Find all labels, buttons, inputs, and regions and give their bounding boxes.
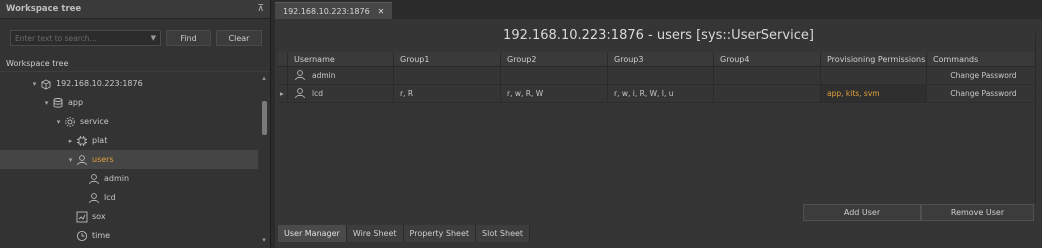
chevron-down-icon[interactable]: ▾ (54, 118, 63, 126)
tree-item-label: service (80, 117, 109, 126)
remove-user-button[interactable]: Remove User (921, 204, 1034, 221)
tree-scrollbar[interactable]: ▴ ▾ (260, 74, 268, 248)
change-password-button[interactable]: Change Password (927, 67, 1034, 84)
permissions-cell[interactable] (821, 67, 927, 84)
row-marker (278, 67, 288, 84)
tree-item-sox[interactable]: sox (0, 207, 258, 226)
tab-wire-sheet[interactable]: Wire Sheet (346, 225, 404, 242)
tree-item-admin[interactable]: admin (0, 169, 258, 188)
user-manager-panel: 192.168.10.223:1876 ✕ 192.168.10.223:187… (275, 0, 1042, 248)
clear-button[interactable]: Clear (216, 30, 262, 46)
column-header[interactable]: Group2 (501, 52, 608, 66)
column-header[interactable]: Group1 (394, 52, 501, 66)
device-icon (39, 78, 53, 90)
divider (1035, 33, 1036, 203)
group2-cell[interactable] (501, 67, 608, 84)
user-icon (75, 154, 89, 166)
panel-title: Workspace tree (6, 4, 82, 14)
table-actions: Add User Remove User (803, 204, 1034, 221)
group2-cell[interactable]: r, w, R, W (501, 85, 608, 102)
page-title: 192.168.10.223:1876 - users [sys::UserSe… (503, 27, 814, 43)
database-icon (51, 97, 65, 109)
tree-item-plat[interactable]: ▸ plat (0, 131, 258, 150)
clock-icon (75, 230, 89, 242)
scroll-up-icon[interactable]: ▴ (260, 74, 268, 84)
group3-cell[interactable]: r, w, i, R, W, I, u (608, 85, 714, 102)
column-header[interactable]: Provisioning Permissions (821, 52, 927, 66)
user-icon (87, 173, 101, 185)
group4-cell[interactable] (714, 85, 821, 102)
tree-item-label: 192.168.10.223:1876 (56, 79, 143, 88)
tab-property-sheet[interactable]: Property Sheet (403, 225, 477, 242)
column-header[interactable]: Group4 (714, 52, 821, 66)
search-row: Enter text to search... ▼ Find Clear (10, 30, 262, 46)
tree-item-time[interactable]: time (0, 226, 258, 245)
group3-cell[interactable] (608, 67, 714, 84)
username-cell: lcd (288, 85, 394, 102)
tree-item-label: admin (104, 174, 130, 183)
scrollbar-thumb[interactable] (262, 101, 267, 135)
view-tabs: User Manager Wire Sheet Property Sheet S… (278, 225, 531, 242)
find-button[interactable]: Find (166, 30, 212, 46)
tree-item-device[interactable]: ▾ 192.168.10.223:1876 (0, 74, 258, 93)
tab-user-manager[interactable]: User Manager (278, 225, 347, 242)
search-input[interactable]: Enter text to search... ▼ (10, 30, 161, 46)
sox-icon (75, 211, 89, 223)
search-placeholder: Enter text to search... (15, 33, 97, 43)
workspace-tree-panel: Workspace tree ⊼ Enter text to search...… (0, 0, 271, 248)
tree-item-service[interactable]: ▾ service (0, 112, 258, 131)
editor-tabbar: 192.168.10.223:1876 ✕ (275, 0, 1042, 19)
workspace-tree-header: Workspace tree ⊼ (0, 0, 270, 19)
user-icon (294, 87, 306, 101)
tree-item-users[interactable]: ▾ users (0, 150, 258, 169)
column-header[interactable]: Username (288, 52, 394, 66)
user-icon (294, 69, 306, 83)
tree-item-label: lcd (104, 193, 116, 202)
chevron-right-icon[interactable]: ▸ (66, 137, 75, 145)
tab-label: 192.168.10.223:1876 (283, 6, 370, 16)
users-table: Username Group1 Group2 Group3 Group4 Pro… (278, 52, 1034, 103)
username-cell: admin (288, 67, 394, 84)
tree-item-label: plat (92, 136, 108, 145)
tab-slot-sheet[interactable]: Slot Sheet (476, 225, 531, 242)
user-icon (87, 192, 101, 204)
username-text: admin (312, 71, 336, 80)
pin-icon[interactable]: ⊼ (257, 4, 264, 14)
chevron-down-icon[interactable]: ▾ (30, 80, 39, 88)
column-header[interactable]: Commands (927, 52, 1034, 66)
workspace-tree: ▾ 192.168.10.223:1876 ▾ app ▾ service ▸ (0, 74, 258, 248)
tree-item-lcd[interactable]: lcd (0, 188, 258, 207)
table-row[interactable]: ▸ lcd r, R r, w, R, W r, w, i, R, W, I, … (278, 85, 1034, 103)
gear-icon (63, 116, 77, 128)
chevron-down-icon[interactable]: ▼ (151, 34, 156, 42)
change-password-button[interactable]: Change Password (927, 85, 1034, 102)
scroll-down-icon[interactable]: ▾ (260, 236, 268, 246)
header-spacer (278, 52, 288, 66)
column-header[interactable]: Group3 (608, 52, 714, 66)
group1-cell[interactable] (394, 67, 501, 84)
group4-cell[interactable] (714, 67, 821, 84)
table-row[interactable]: admin Change Password (278, 67, 1034, 85)
permissions-cell[interactable]: app, kits, svm (821, 85, 927, 102)
table-header: Username Group1 Group2 Group3 Group4 Pro… (278, 52, 1034, 67)
tree-item-label: users (92, 155, 114, 164)
tree-item-label: app (68, 98, 84, 107)
tree-item-label: sox (92, 212, 106, 221)
chevron-down-icon[interactable]: ▾ (42, 99, 51, 107)
tab-device[interactable]: 192.168.10.223:1876 ✕ (275, 2, 393, 19)
group1-cell[interactable]: r, R (394, 85, 501, 102)
row-expand-icon[interactable]: ▸ (278, 85, 288, 102)
close-icon[interactable]: ✕ (378, 7, 385, 16)
tree-header: Workspace tree (0, 59, 270, 72)
chevron-down-icon[interactable]: ▾ (66, 156, 75, 164)
add-user-button[interactable]: Add User (803, 204, 921, 221)
tree-item-label: time (92, 231, 111, 240)
chip-icon (75, 135, 89, 147)
tree-item-app[interactable]: ▾ app (0, 93, 258, 112)
username-text: lcd (312, 89, 323, 98)
